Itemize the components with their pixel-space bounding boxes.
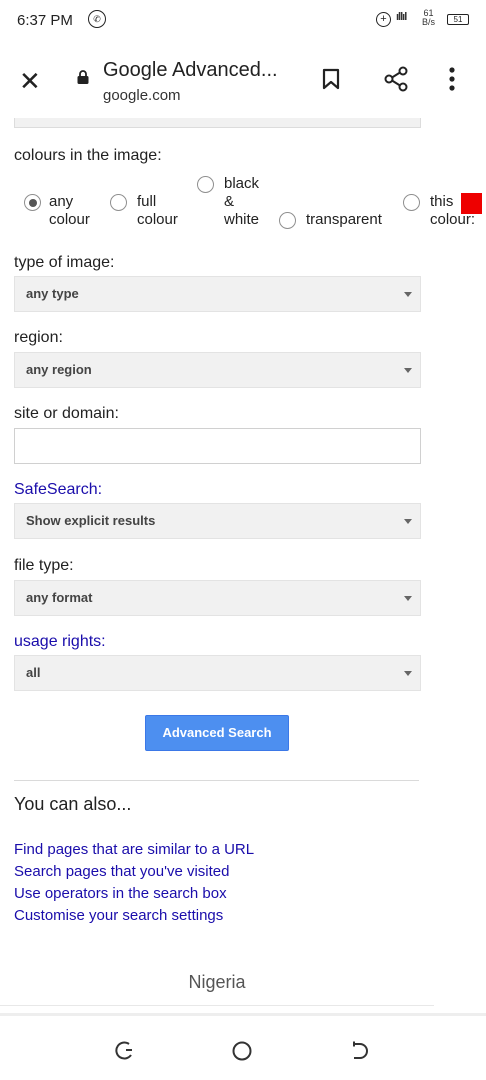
region-select[interactable]: any region	[14, 352, 421, 388]
chevron-down-icon	[404, 671, 412, 676]
radio-any-colour[interactable]	[24, 194, 41, 211]
back-icon[interactable]	[349, 1040, 371, 1062]
page-title: Google Advanced...	[103, 59, 278, 81]
system-navigation-bar	[0, 1013, 486, 1080]
chevron-down-icon	[404, 596, 412, 601]
type-label: type of image:	[14, 254, 115, 271]
network-speed: 61 B/s	[422, 8, 436, 27]
colours-label: colours in the image:	[14, 147, 162, 164]
radio-black-white-label: black & white	[224, 175, 260, 228]
data-saver-icon: +	[376, 12, 391, 27]
more-options-icon[interactable]	[447, 66, 457, 92]
link-search-operators[interactable]: Use operators in the search box	[14, 885, 227, 902]
status-time: 6:37 PM	[17, 12, 73, 29]
home-icon[interactable]	[231, 1040, 253, 1062]
share-icon[interactable]	[383, 66, 409, 92]
whatsapp-icon: ✆	[88, 10, 106, 28]
radio-transparent-label: transparent	[306, 211, 382, 228]
chevron-down-icon	[404, 368, 412, 373]
section-divider	[14, 780, 419, 781]
bookmark-icon[interactable]	[321, 68, 341, 90]
browser-toolbar: ✕ Google Advanced... google.com	[0, 44, 486, 118]
signal-icon: ıllıl	[396, 11, 407, 23]
footer-country: Nigeria	[188, 972, 246, 992]
recent-apps-icon[interactable]	[113, 1040, 135, 1062]
usage-select[interactable]: all	[14, 655, 421, 691]
footer-divider	[0, 1005, 434, 1006]
chevron-down-icon	[404, 519, 412, 524]
you-can-also-heading: You can also...	[14, 794, 132, 814]
radio-black-white[interactable]	[197, 176, 214, 193]
safesearch-select[interactable]: Show explicit results	[14, 503, 421, 539]
filetype-select[interactable]: any format	[14, 580, 421, 616]
site-input[interactable]	[14, 428, 421, 464]
previous-field-edge	[14, 118, 421, 128]
radio-transparent[interactable]	[279, 212, 296, 229]
close-icon[interactable]: ✕	[19, 68, 41, 94]
site-label: site or domain:	[14, 405, 119, 422]
type-select[interactable]: any type	[14, 276, 421, 312]
battery-icon: 51	[447, 14, 469, 25]
lock-icon	[77, 70, 89, 84]
radio-full-colour-label: full colour	[137, 193, 178, 228]
status-bar: 6:37 PM ✆ + ıllıl 61 B/s 51	[0, 0, 486, 44]
link-similar-pages[interactable]: Find pages that are similar to a URL	[14, 841, 254, 858]
radio-any-colour-label: any colour	[49, 193, 90, 228]
link-search-settings[interactable]: Customise your search settings	[14, 907, 223, 924]
radio-full-colour[interactable]	[110, 194, 127, 211]
region-label: region:	[14, 329, 63, 346]
chevron-down-icon	[404, 292, 412, 297]
radio-this-colour[interactable]	[403, 194, 420, 211]
usage-label[interactable]: usage rights:	[14, 633, 106, 651]
page-domain: google.com	[103, 87, 181, 104]
advanced-search-button[interactable]: Advanced Search	[145, 715, 289, 751]
colour-swatch[interactable]	[461, 193, 482, 214]
safesearch-label[interactable]: SafeSearch:	[14, 481, 102, 499]
link-visited-pages[interactable]: Search pages that you've visited	[14, 863, 230, 880]
filetype-label: file type:	[14, 557, 74, 574]
